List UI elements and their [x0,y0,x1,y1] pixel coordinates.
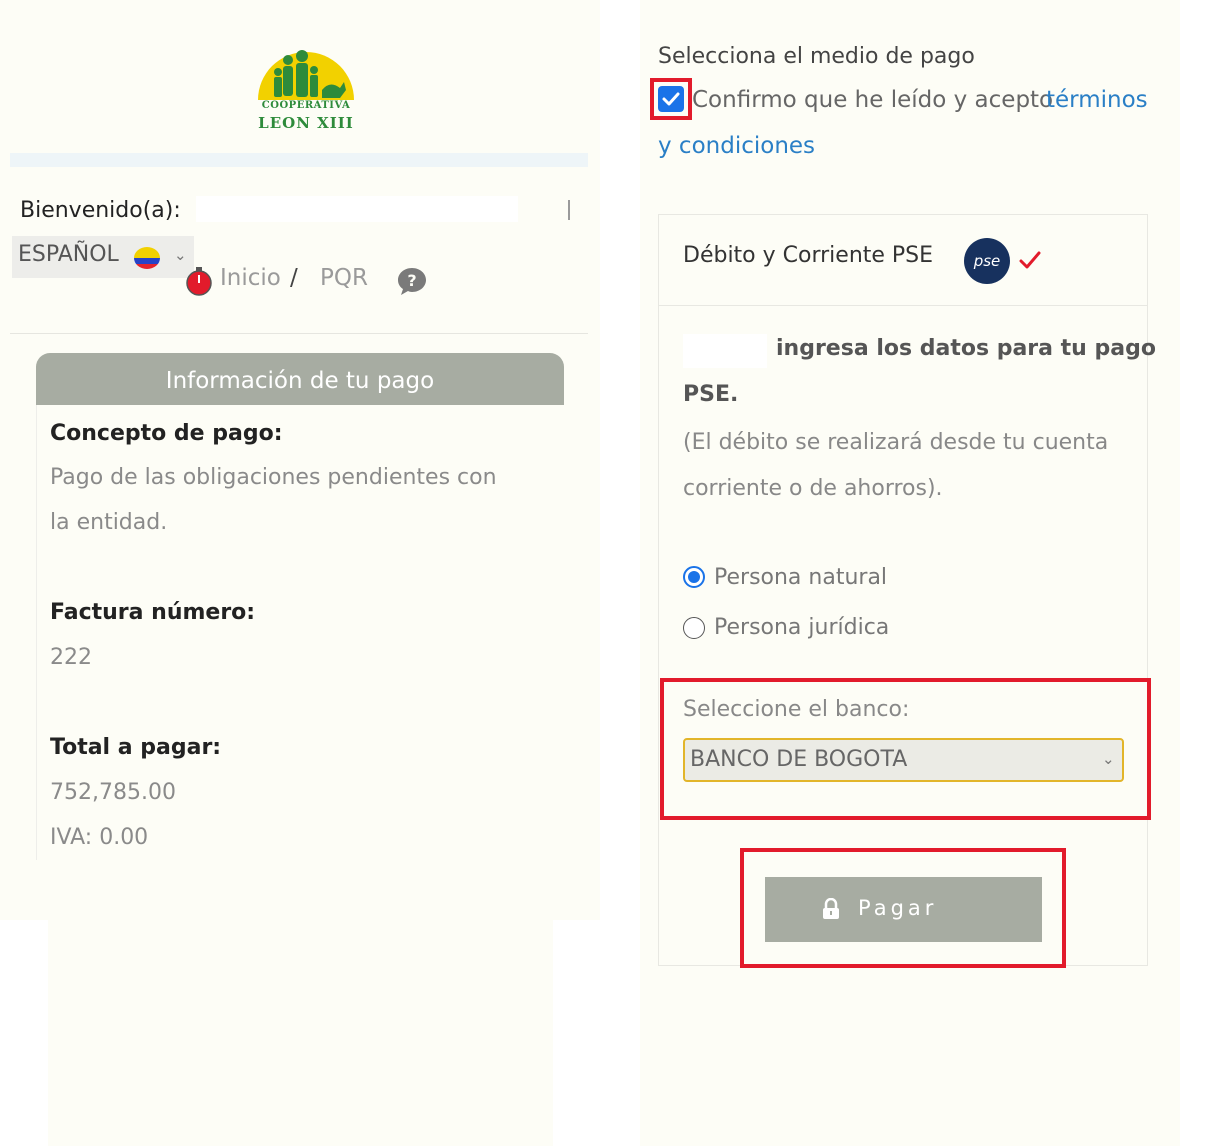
radio-persona-natural[interactable] [683,566,705,588]
logo-text-leon: LEON XIII [258,114,354,132]
invoice-label: Factura número: [50,600,256,625]
iva-value: IVA: 0.00 [50,825,149,850]
help-icon[interactable]: ? [396,266,428,296]
radio-persona-juridica-label[interactable]: Persona jurídica [714,615,889,640]
language-label: ESPAÑOL [18,242,119,267]
terms-text: Confirmo que he leído y acepto [692,87,1054,113]
terms-checkbox[interactable] [658,86,684,112]
check-mark-icon [1019,251,1041,269]
radio-persona-natural-label[interactable]: Persona natural [714,565,887,590]
chevron-down-icon: ⌄ [174,246,187,264]
pse-card-divider [658,305,1148,306]
pse-intro-line1: ingresa los datos para tu pago [776,336,1156,361]
pse-logo-icon: pse [964,238,1010,284]
nav-divider [10,333,588,334]
payment-info-title: Información de tu pago [165,368,435,394]
svg-text:?: ? [407,271,416,290]
concept-label: Concepto de pago: [50,421,283,446]
bank-selected-value: BANCO DE BOGOTA [690,747,908,772]
lock-icon [823,898,839,919]
conditions-link[interactable]: y condiciones [658,133,815,159]
concept-value-line2: la entidad. [50,510,168,535]
checkbox-check-icon [662,92,680,106]
header-divider [10,153,588,167]
home-icon[interactable] [186,266,212,296]
welcome-username-mask [196,196,518,222]
nav-separator: / [290,265,298,291]
header-separator [568,200,570,220]
user-name-mask [683,334,767,368]
radio-persona-juridica[interactable] [683,617,705,639]
payment-method-title: Selecciona el medio de pago [658,44,975,69]
debit-note: (El débito se realizará desde tu cuenta … [683,430,1109,501]
pse-intro-line2: PSE. [683,382,739,407]
nav-home-link[interactable]: Inicio [220,265,281,291]
concept-value-line1: Pago de las obligaciones pendientes con [50,465,497,490]
terms-link[interactable]: términos [1046,87,1148,113]
total-value: 752,785.00 [50,780,176,805]
invoice-value: 222 [50,645,92,670]
nav-pqr-link[interactable]: PQR [320,265,368,291]
bank-label: Seleccione el banco: [683,697,910,722]
chevron-down-icon: ⌄ [1102,750,1115,768]
pse-card-title: Débito y Corriente PSE [683,243,934,268]
colombia-flag-icon [134,247,160,269]
logo-text-cooperativa: COOPERATIVA [261,100,351,111]
pay-button-label: Pagar [858,896,938,920]
total-label: Total a pagar: [50,735,222,760]
welcome-label: Bienvenido(a): [20,198,181,223]
left-panel-lower [48,860,553,1146]
